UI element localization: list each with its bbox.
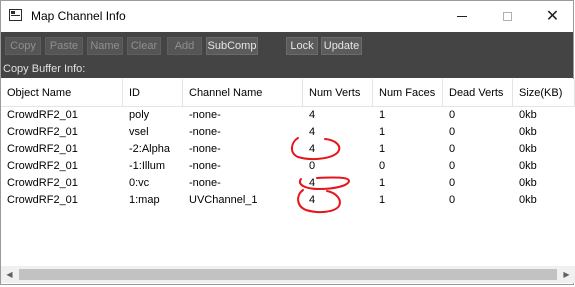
close-icon: ✕ <box>545 7 560 25</box>
table-cell-size[interactable]: 0kb <box>513 124 575 141</box>
table-cell-object-name[interactable]: CrowdRF2_01 <box>1 175 123 192</box>
table-cell-dead-verts[interactable]: 0 <box>443 175 513 192</box>
column-header-size-kb[interactable]: Size(KB) <box>513 79 575 107</box>
table-cell-num-faces[interactable]: 1 <box>373 124 443 141</box>
map-channel-info-window: Map Channel Info ✕ Copy Paste Name Clear… <box>0 0 575 285</box>
table-cell-id[interactable]: 1:map <box>123 192 183 209</box>
column-header-dead-verts[interactable]: Dead Verts <box>443 79 513 107</box>
table-cell-dead-verts[interactable]: 0 <box>443 192 513 209</box>
table-cell-object-name[interactable]: CrowdRF2_01 <box>1 124 123 141</box>
chevron-left-icon[interactable]: ◀ <box>1 266 18 283</box>
table-cell-dead-verts[interactable]: 0 <box>443 107 513 124</box>
table-cell-id[interactable]: 0:vc <box>123 175 183 192</box>
table-cell-num-verts[interactable]: 4 <box>303 175 373 192</box>
maximize-icon <box>503 12 512 21</box>
column-header-channel-name[interactable]: Channel Name <box>183 79 303 107</box>
table-cell-channel-name[interactable]: UVChannel_1 <box>183 192 303 209</box>
column-header-num-faces[interactable]: Num Faces <box>373 79 443 107</box>
table-cell-dead-verts[interactable]: 0 <box>443 141 513 158</box>
table-cell-id[interactable]: -1:Illum <box>123 158 183 175</box>
table-cell-num-verts[interactable]: 4 <box>303 141 373 158</box>
copy-buffer-info-label: Copy Buffer Info: <box>1 60 573 78</box>
copy-button[interactable]: Copy <box>5 37 41 55</box>
subcomp-button[interactable]: SubComp <box>206 37 258 55</box>
table-cell-num-faces[interactable]: 0 <box>373 158 443 175</box>
add-button[interactable]: Add <box>167 37 202 55</box>
lock-button[interactable]: Lock <box>286 37 318 55</box>
maximize-button[interactable] <box>485 1 530 32</box>
table-cell-id[interactable]: -2:Alpha <box>123 141 183 158</box>
column-header-id[interactable]: ID <box>123 79 183 107</box>
close-button[interactable]: ✕ <box>530 1 575 32</box>
chevron-right-icon[interactable]: ▶ <box>558 266 575 283</box>
table-cell-channel-name[interactable]: -none- <box>183 124 303 141</box>
table-cell-num-verts[interactable]: 0 <box>303 158 373 175</box>
table-cell-num-verts[interactable]: 4 <box>303 124 373 141</box>
table-cell-object-name[interactable]: CrowdRF2_01 <box>1 141 123 158</box>
table-cell-object-name[interactable]: CrowdRF2_01 <box>1 192 123 209</box>
channel-table: Object Name ID Channel Name Num Verts Nu… <box>1 79 575 266</box>
table-cell-dead-verts[interactable]: 0 <box>443 158 513 175</box>
window-title: Map Channel Info <box>31 9 126 23</box>
toolbar: Copy Paste Name Clear Add SubComp Lock U… <box>1 32 573 60</box>
name-button[interactable]: Name <box>87 37 123 55</box>
table-cell-num-faces[interactable]: 1 <box>373 141 443 158</box>
paste-button[interactable]: Paste <box>45 37 83 55</box>
table-cell-id[interactable]: vsel <box>123 124 183 141</box>
update-button[interactable]: Update <box>321 37 362 55</box>
table-cell-size[interactable]: 0kb <box>513 141 575 158</box>
table-cell-num-verts[interactable]: 4 <box>303 107 373 124</box>
scrollbar-thumb[interactable] <box>19 269 557 280</box>
clear-button[interactable]: Clear <box>127 37 161 55</box>
table-cell-channel-name[interactable]: -none- <box>183 158 303 175</box>
table-cell-dead-verts[interactable]: 0 <box>443 124 513 141</box>
table-cell-num-verts[interactable]: 4 <box>303 192 373 209</box>
table-cell-size[interactable]: 0kb <box>513 192 575 209</box>
table-cell-object-name[interactable]: CrowdRF2_01 <box>1 107 123 124</box>
minimize-button[interactable] <box>439 1 484 32</box>
minimize-icon <box>456 16 467 17</box>
table-cell-channel-name[interactable]: -none- <box>183 175 303 192</box>
table-cell-num-faces[interactable]: 1 <box>373 192 443 209</box>
table-cell-num-faces[interactable]: 1 <box>373 175 443 192</box>
map-channel-icon <box>9 9 22 21</box>
table-cell-channel-name[interactable]: -none- <box>183 107 303 124</box>
column-header-num-verts[interactable]: Num Verts <box>303 79 373 107</box>
table-cell-size[interactable]: 0kb <box>513 158 575 175</box>
table-cell-size[interactable]: 0kb <box>513 175 575 192</box>
table-cell-size[interactable]: 0kb <box>513 107 575 124</box>
title-bar[interactable]: Map Channel Info ✕ <box>1 1 573 32</box>
horizontal-scrollbar[interactable]: ◀ ▶ <box>1 266 575 283</box>
table-cell-channel-name[interactable]: -none- <box>183 141 303 158</box>
table-cell-id[interactable]: poly <box>123 107 183 124</box>
table-cell-num-faces[interactable]: 1 <box>373 107 443 124</box>
column-header-object-name[interactable]: Object Name <box>1 79 123 107</box>
table-cell-object-name[interactable]: CrowdRF2_01 <box>1 158 123 175</box>
